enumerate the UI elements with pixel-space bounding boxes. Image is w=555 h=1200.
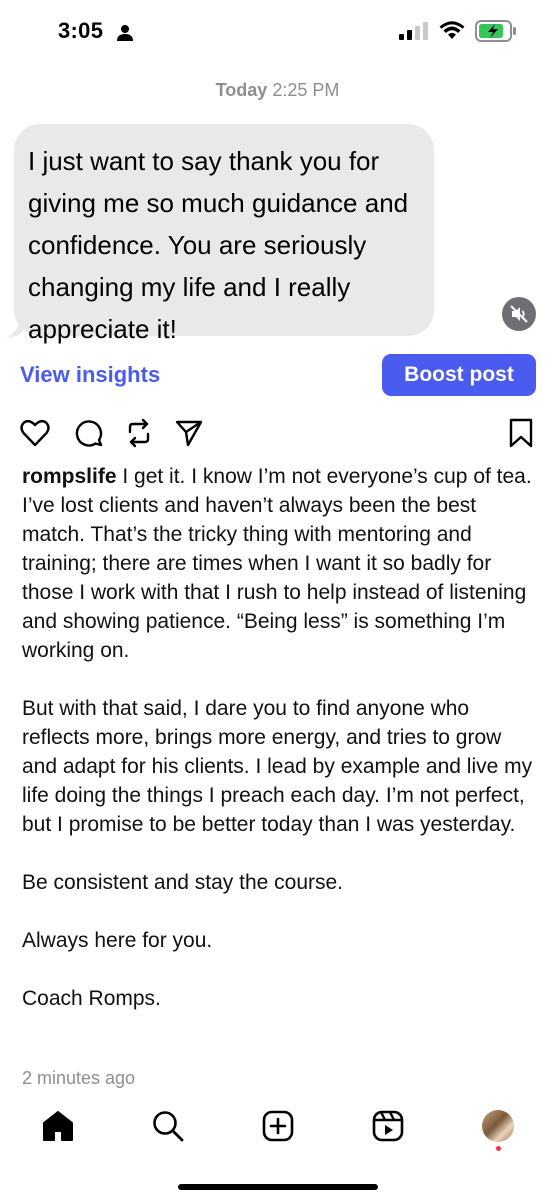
create-icon xyxy=(262,1110,294,1142)
message-bubble[interactable]: I just want to say thank you for giving … xyxy=(14,124,434,344)
tab-home[interactable] xyxy=(40,1108,76,1144)
caption-signature: Coach Romps. xyxy=(22,987,161,1010)
wifi-icon xyxy=(439,21,465,39)
post-icon-row xyxy=(0,418,555,454)
comment-icon[interactable] xyxy=(74,418,104,448)
caption-paragraph: Always here for you. xyxy=(22,929,213,952)
message-timestamp: Today 2:25 PM xyxy=(0,80,555,101)
status-time: 3:05 xyxy=(58,18,104,43)
speaker-muted-icon xyxy=(510,305,528,323)
username[interactable]: rompslife xyxy=(22,465,117,488)
tab-create[interactable] xyxy=(260,1108,296,1144)
search-icon xyxy=(153,1111,184,1142)
message-thread: Today 2:25 PM I just want to say thank y… xyxy=(0,64,555,344)
caption-paragraph: Be consistent and stay the course. xyxy=(22,871,344,894)
bubble-tail xyxy=(6,320,26,338)
tab-profile[interactable] xyxy=(480,1108,516,1144)
post-caption: rompslife I get it. I know I’m not every… xyxy=(22,462,537,1013)
post-time: 2 minutes ago xyxy=(22,1068,136,1088)
post-actions-row: View insights Boost post xyxy=(0,354,555,398)
caption-paragraph: But with that said, I dare you to find a… xyxy=(22,697,533,836)
cellular-signal-icon xyxy=(399,22,428,40)
home-icon xyxy=(43,1111,73,1141)
timestamp-day: Today xyxy=(215,80,268,100)
status-bar: 3:05 xyxy=(0,0,555,64)
profile-avatar xyxy=(482,1110,514,1142)
share-icon[interactable] xyxy=(174,418,204,448)
home-indicator[interactable] xyxy=(178,1184,378,1190)
mute-button[interactable] xyxy=(502,297,536,331)
reels-icon xyxy=(372,1110,404,1142)
notification-dot xyxy=(496,1146,501,1151)
bookmark-icon[interactable] xyxy=(508,418,534,448)
caption-paragraph: rompslife I get it. I know I’m not every… xyxy=(22,462,537,665)
status-indicators xyxy=(399,20,517,42)
message-text: I just want to say thank you for giving … xyxy=(28,146,409,344)
person-icon xyxy=(117,25,133,41)
caption-text: I get it. I know I’m not everyone’s cup … xyxy=(22,465,532,662)
repost-icon[interactable] xyxy=(124,418,154,448)
heart-icon[interactable] xyxy=(20,418,50,448)
view-insights-link[interactable]: View insights xyxy=(20,362,160,388)
tab-search[interactable] xyxy=(150,1108,186,1144)
timestamp-time: 2:25 PM xyxy=(272,80,340,100)
boost-post-button[interactable]: Boost post xyxy=(382,354,536,396)
battery-charging-icon xyxy=(475,20,516,42)
tab-reels[interactable] xyxy=(370,1108,406,1144)
